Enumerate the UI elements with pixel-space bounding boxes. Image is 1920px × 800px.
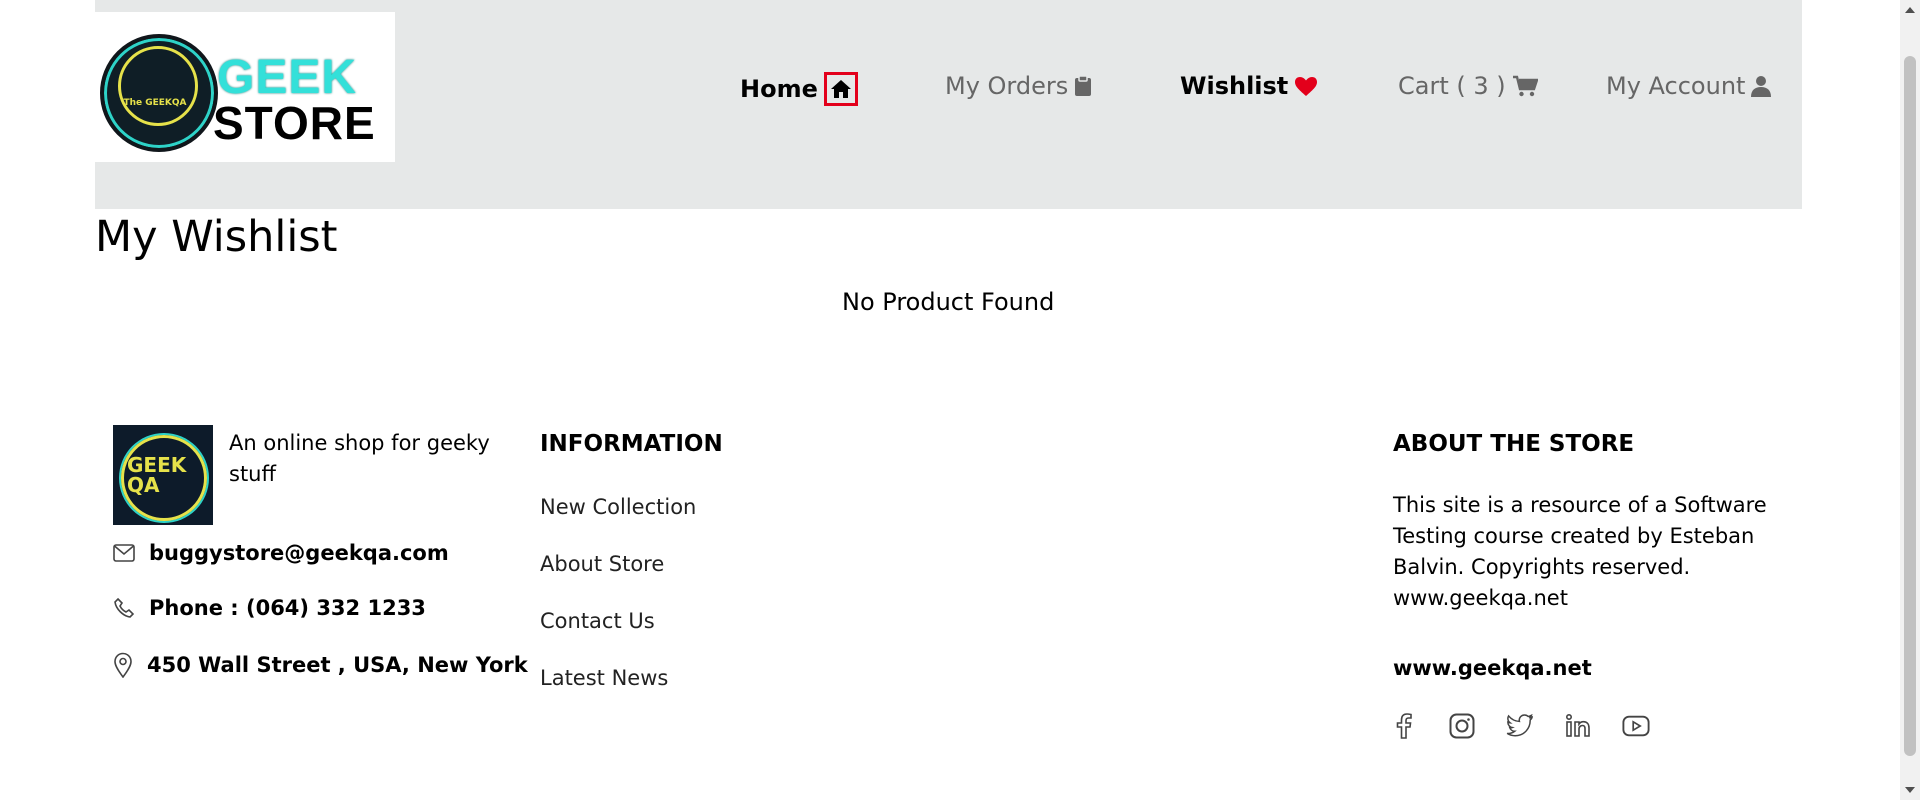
scrollbar-thumb[interactable] — [1904, 56, 1916, 756]
instagram-icon[interactable] — [1448, 712, 1476, 740]
nav-my-account-label: My Account — [1606, 72, 1746, 100]
footer-link-latest-news[interactable]: Latest News — [540, 666, 668, 690]
nav-my-orders[interactable]: My Orders — [945, 72, 1092, 100]
scroll-down-arrow-icon[interactable] — [1900, 780, 1920, 800]
store-logo[interactable]: The GEEKQA GEEK STORE — [95, 12, 395, 162]
logo-badge: The GEEKQA — [123, 98, 187, 108]
empty-wishlist-message: No Product Found — [842, 288, 1055, 316]
site-header: The GEEKQA GEEK STORE Home My Orders Wis… — [95, 0, 1802, 209]
footer-phone-text: Phone : (064) 332 1233 — [149, 596, 426, 620]
footer-logo: GEEK QA — [113, 425, 213, 525]
footer-address: 450 Wall Street , USA, New York — [113, 652, 528, 678]
mail-icon — [113, 544, 135, 562]
scroll-up-arrow-icon[interactable] — [1900, 0, 1920, 20]
footer-phone: Phone : (064) 332 1233 — [113, 596, 426, 620]
footer-logo-text: GEEK QA — [127, 453, 187, 497]
home-icon[interactable] — [823, 72, 858, 106]
linkedin-icon[interactable] — [1564, 712, 1592, 740]
logo-line1: GEEK — [217, 51, 358, 104]
about-store-text: This site is a resource of a Software Te… — [1393, 493, 1767, 610]
footer-email: buggystore@geekqa.com — [113, 541, 449, 565]
about-store-url[interactable]: www.geekqa.net — [1393, 656, 1592, 680]
facebook-icon[interactable] — [1390, 712, 1418, 740]
page-title: My Wishlist — [95, 212, 338, 262]
nav-my-orders-label: My Orders — [945, 72, 1069, 100]
heart-icon — [1295, 76, 1318, 96]
nav-wishlist[interactable]: Wishlist — [1180, 72, 1318, 100]
nav-cart-label: Cart ( 3 ) — [1398, 72, 1506, 100]
nav-home-label: Home — [740, 75, 818, 103]
information-title: INFORMATION — [540, 431, 723, 457]
user-icon — [1751, 76, 1772, 97]
logo-ring — [118, 46, 198, 126]
footer-address-text: 450 Wall Street , USA, New York — [147, 653, 528, 677]
nav-home[interactable]: Home — [740, 72, 858, 106]
youtube-icon[interactable] — [1622, 712, 1650, 740]
cart-icon — [1512, 75, 1538, 97]
nav-wishlist-label: Wishlist — [1180, 72, 1289, 100]
location-pin-icon — [114, 652, 132, 678]
social-links — [1390, 712, 1650, 740]
about-store-title: ABOUT THE STORE — [1393, 431, 1635, 457]
twitter-icon[interactable] — [1506, 712, 1534, 740]
footer-tagline: An online shop for geeky stuff — [229, 431, 490, 486]
footer-link-new-collection[interactable]: New Collection — [540, 495, 696, 519]
logo-line2: STORE — [213, 97, 376, 149]
phone-icon — [114, 597, 135, 618]
nav-my-account[interactable]: My Account — [1606, 72, 1772, 100]
page-scrollbar[interactable] — [1900, 0, 1920, 800]
footer-email-text[interactable]: buggystore@geekqa.com — [149, 541, 449, 565]
clipboard-icon — [1075, 75, 1092, 96]
footer-link-about-store[interactable]: About Store — [540, 552, 664, 576]
footer-link-contact-us[interactable]: Contact Us — [540, 609, 655, 633]
nav-cart[interactable]: Cart ( 3 ) — [1398, 72, 1538, 100]
